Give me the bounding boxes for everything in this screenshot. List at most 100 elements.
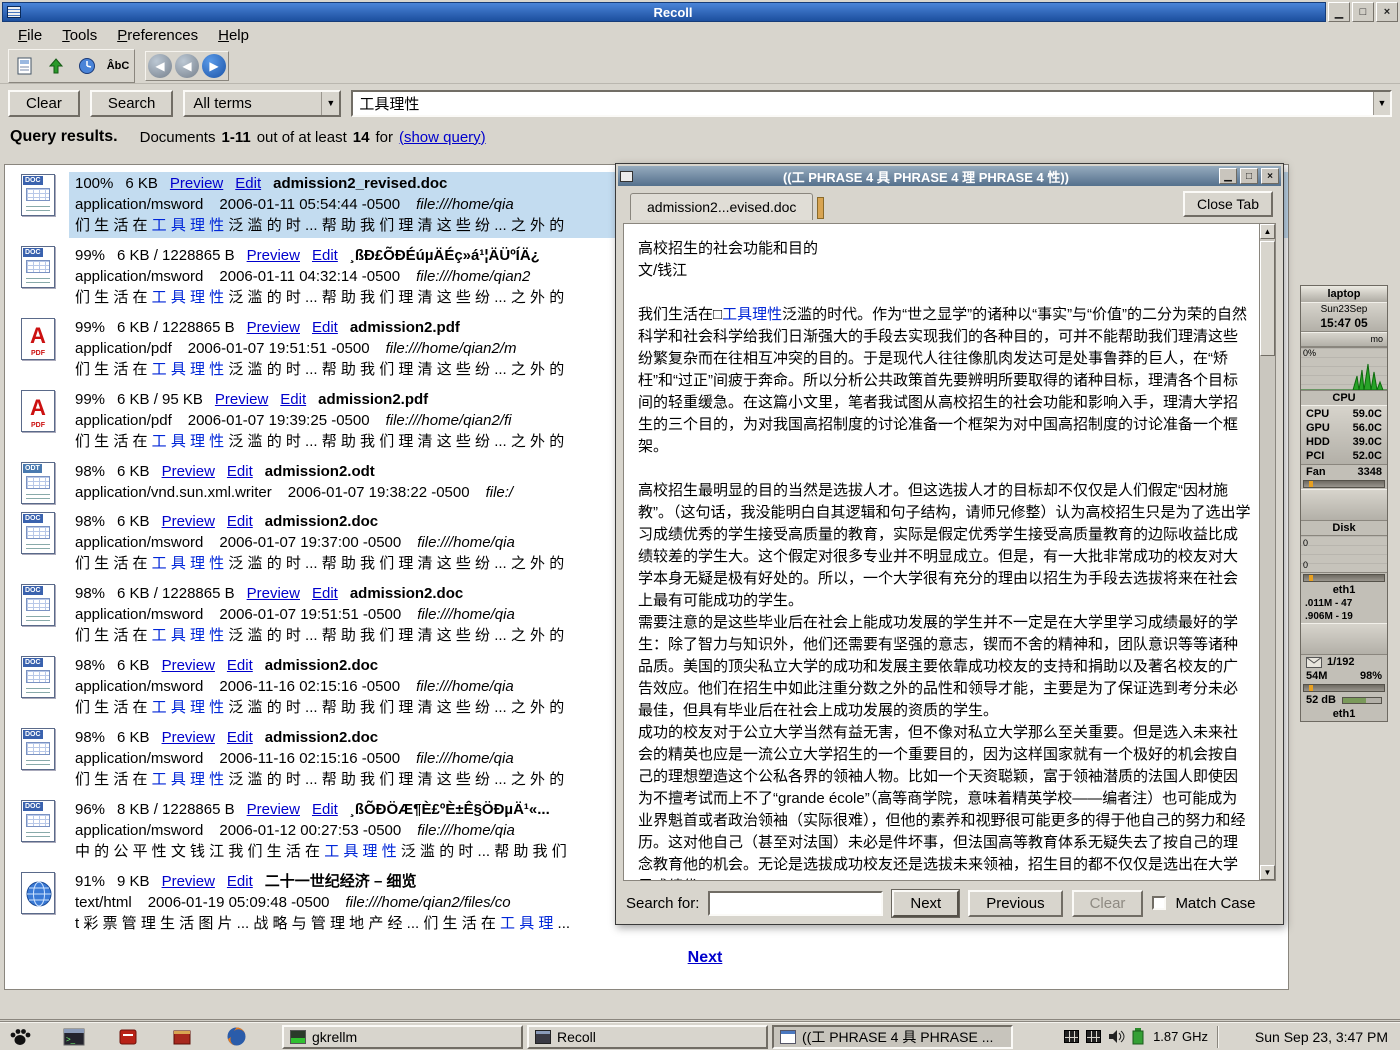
edit-link[interactable]: Edit xyxy=(227,461,253,482)
edit-link[interactable]: Edit xyxy=(227,655,253,676)
sensor-name: HDD xyxy=(1306,435,1330,449)
pager-icon[interactable] xyxy=(1086,1030,1101,1043)
result-score: 98% xyxy=(75,727,105,748)
snippet-text: 们 生 活 在 xyxy=(75,289,152,306)
preview-previous-button[interactable]: Previous xyxy=(968,890,1062,917)
result-title: admission2.odt xyxy=(265,461,375,482)
preview-link[interactable]: Preview xyxy=(247,245,300,266)
preview-link[interactable]: Preview xyxy=(162,511,215,532)
matched-term: 工 具 理 性 xyxy=(152,361,225,378)
sensor-name: PCI xyxy=(1306,449,1324,463)
edit-link[interactable]: Edit xyxy=(312,799,338,820)
preview-titlebar[interactable]: ((工 PHRASE 4 具 PHRASE 4 理 PHRASE 4 性)) ▁… xyxy=(618,166,1281,186)
preview-link[interactable]: Preview xyxy=(170,173,223,194)
task-label: ((工 PHRASE 4 具 PHRASE ... xyxy=(802,1027,993,1047)
edit-link[interactable]: Edit xyxy=(280,389,306,410)
scrollbar-thumb[interactable] xyxy=(1260,241,1275,356)
edit-link[interactable]: Edit xyxy=(235,173,261,194)
preview-link[interactable]: Preview xyxy=(247,799,300,820)
recoll-titlebar[interactable]: Recoll ▁ □ × xyxy=(0,0,1400,22)
red-package-launcher-icon[interactable] xyxy=(168,1025,196,1049)
result-url: file:///home/qia xyxy=(416,676,514,697)
term-explorer-icon[interactable]: ÂbC xyxy=(104,52,132,80)
battery-icon[interactable] xyxy=(1132,1028,1144,1045)
preview-minimize-button[interactable]: ▁ xyxy=(1219,168,1237,184)
menu-preferences[interactable]: Preferences xyxy=(107,25,208,46)
red-app-launcher-icon[interactable] xyxy=(114,1025,142,1049)
result-date: 2006-11-16 02:15:16 -0500 xyxy=(219,676,400,697)
scrollbar-track[interactable] xyxy=(1260,239,1275,865)
result-size: 6 KB / 1228865 B xyxy=(117,245,235,266)
result-title: ¸ßÕÐÖÆ¶È£ºÈ±Ê§ÖÐµÄ¹«... xyxy=(350,799,550,820)
scroll-up-icon[interactable]: ▲ xyxy=(1260,224,1275,239)
edit-link[interactable]: Edit xyxy=(227,871,253,892)
result-size: 6 KB / 1228865 B xyxy=(117,317,235,338)
maximize-button[interactable]: □ xyxy=(1352,2,1374,22)
close-button[interactable]: × xyxy=(1376,2,1398,22)
clock-icon[interactable] xyxy=(73,52,101,80)
preview-link[interactable]: Preview xyxy=(162,871,215,892)
nav-back2-icon[interactable]: ◀ xyxy=(175,54,199,78)
preview-maximize-button[interactable]: □ xyxy=(1240,168,1258,184)
menu-help[interactable]: Help xyxy=(208,25,259,46)
taskbar-task-recoll[interactable]: Recoll xyxy=(527,1025,768,1049)
next-page-link[interactable]: Next xyxy=(688,949,723,966)
clear-button[interactable]: Clear xyxy=(8,90,80,117)
preview-window-title: ((工 PHRASE 4 具 PHRASE 4 理 PHRASE 4 性)) xyxy=(636,167,1216,186)
search-mode-select[interactable]: All terms ▼ xyxy=(183,90,341,117)
history-dropdown-icon[interactable]: ▼ xyxy=(1373,92,1390,115)
close-tab-button[interactable]: Close Tab xyxy=(1183,191,1273,217)
taskbar-clock[interactable]: Sun Sep 23, 3:47 PM xyxy=(1226,1029,1394,1045)
edit-link[interactable]: Edit xyxy=(312,583,338,604)
preview-paragraph: 高校招生的社会功能和目的 xyxy=(638,238,1251,260)
keyboard-layout-icon[interactable] xyxy=(1064,1030,1079,1043)
menu-tools[interactable]: Tools xyxy=(52,25,107,46)
chevron-down-icon: ▼ xyxy=(321,92,339,115)
nav-back-icon[interactable]: ◀ xyxy=(148,54,172,78)
snippet-text: 泛 滥 的 时 ... 帮 助 我 们 xyxy=(397,843,567,860)
gkrellm-monitor[interactable]: laptop Sun23Sep 15:47 05 mo 0% CPU CPU59… xyxy=(1300,285,1388,722)
preview-link[interactable]: Preview xyxy=(247,583,300,604)
menu-file[interactable]: File xyxy=(8,25,52,46)
preview-clear-button[interactable]: Clear xyxy=(1072,890,1144,917)
result-size: 6 KB xyxy=(117,461,150,482)
pdf-file-icon: APDF xyxy=(7,316,69,360)
taskbar-task-gkrellm[interactable]: gkrellm xyxy=(282,1025,523,1049)
result-date: 2006-01-07 19:39:25 -0500 xyxy=(188,410,370,431)
taskbar-task-preview[interactable]: ((工 PHRASE 4 具 PHRASE ... xyxy=(772,1025,1013,1049)
up-arrow-icon[interactable] xyxy=(42,52,70,80)
edit-link[interactable]: Edit xyxy=(227,727,253,748)
preview-next-button[interactable]: Next xyxy=(892,890,959,917)
preview-text-segment: 文/钱江 xyxy=(638,262,687,279)
speaker-icon[interactable] xyxy=(1108,1029,1125,1044)
preview-link[interactable]: Preview xyxy=(215,389,268,410)
preview-scrollbar[interactable]: ▲ ▼ xyxy=(1259,224,1275,880)
preview-link[interactable]: Preview xyxy=(162,461,215,482)
result-size: 9 KB xyxy=(117,871,150,892)
scroll-down-icon[interactable]: ▼ xyxy=(1260,865,1275,880)
paw-launcher-icon[interactable] xyxy=(6,1025,34,1049)
firefox-launcher-icon[interactable] xyxy=(222,1025,250,1049)
timer-button[interactable]: eth1 xyxy=(1301,707,1387,721)
preview-link[interactable]: Preview xyxy=(162,655,215,676)
preview-link[interactable]: Preview xyxy=(247,317,300,338)
terminal-launcher-icon[interactable]: >_ xyxy=(60,1025,88,1049)
nav-forward-icon[interactable]: ▶ xyxy=(202,54,226,78)
show-query-link[interactable]: (show query) xyxy=(399,129,486,146)
edit-link[interactable]: Edit xyxy=(312,317,338,338)
edit-link[interactable]: Edit xyxy=(227,511,253,532)
edit-link[interactable]: Edit xyxy=(312,245,338,266)
preview-link[interactable]: Preview xyxy=(162,727,215,748)
preview-text[interactable]: 高校招生的社会功能和目的文/钱江我们生活在□工具理性泛滥的时代。作为“世之显学”… xyxy=(624,224,1259,880)
preview-tab[interactable]: admission2...evised.doc xyxy=(630,193,813,220)
doc-file-icon: DOC xyxy=(7,798,69,842)
minimize-button[interactable]: ▁ xyxy=(1328,2,1350,22)
match-case-checkbox[interactable] xyxy=(1152,896,1166,910)
memory-readout: 54M 98% xyxy=(1301,669,1387,683)
preview-search-input[interactable] xyxy=(708,891,883,916)
query-combo: ▼ xyxy=(351,90,1392,117)
preview-close-button[interactable]: × xyxy=(1261,168,1279,184)
search-button[interactable]: Search xyxy=(90,90,174,117)
document-table-icon[interactable] xyxy=(11,52,39,80)
search-input[interactable] xyxy=(353,92,1373,115)
